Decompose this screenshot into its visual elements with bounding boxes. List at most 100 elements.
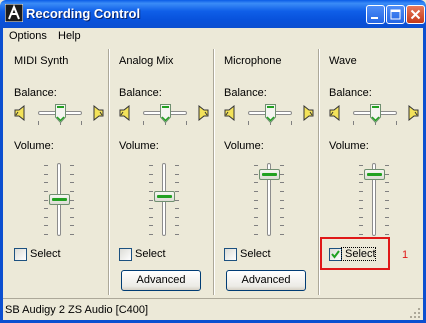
volume-tick bbox=[254, 191, 258, 192]
speaker-left-icon bbox=[329, 104, 341, 122]
close-icon bbox=[410, 9, 421, 20]
volume-tick bbox=[385, 217, 389, 218]
balance-label: Balance: bbox=[329, 87, 372, 99]
volume-tick bbox=[385, 182, 389, 183]
volume-tick bbox=[254, 208, 258, 209]
select-checkbox[interactable] bbox=[224, 248, 237, 261]
volume-tick bbox=[280, 165, 284, 166]
balance-slider-thumb[interactable] bbox=[160, 104, 171, 124]
balance-slider-thumb[interactable] bbox=[370, 104, 381, 124]
volume-tick bbox=[359, 200, 363, 201]
volume-tick bbox=[280, 174, 284, 175]
volume-tick bbox=[149, 225, 153, 226]
balance-tick bbox=[396, 121, 397, 125]
volume-tick bbox=[385, 174, 389, 175]
volume-slider-thumb[interactable] bbox=[154, 191, 175, 202]
volume-tick bbox=[44, 225, 48, 226]
speaker-right-icon bbox=[92, 104, 104, 122]
speaker-left-icon bbox=[224, 104, 236, 122]
status-text: SB Audigy 2 ZS Audio [C400] bbox=[5, 304, 149, 316]
advanced-button[interactable]: Advanced bbox=[121, 270, 201, 291]
minimize-icon bbox=[371, 17, 378, 19]
volume-tick bbox=[175, 217, 179, 218]
column-title: Analog Mix bbox=[119, 55, 174, 67]
balance-slider-thumb[interactable] bbox=[265, 104, 276, 124]
volume-tick bbox=[280, 234, 284, 235]
volume-tick bbox=[385, 208, 389, 209]
volume-tick bbox=[44, 234, 48, 235]
minimize-button[interactable] bbox=[366, 5, 385, 24]
close-button[interactable] bbox=[406, 5, 425, 24]
select-label[interactable]: Select bbox=[135, 248, 166, 260]
balance-tick bbox=[38, 121, 39, 125]
balance-tick bbox=[186, 121, 187, 125]
balance-tick bbox=[291, 121, 292, 125]
column-separator bbox=[318, 49, 319, 295]
select-label[interactable]: Select bbox=[240, 248, 271, 260]
select-checkbox[interactable] bbox=[119, 248, 132, 261]
balance-tick bbox=[81, 121, 82, 125]
select-checkbox[interactable] bbox=[14, 248, 27, 261]
volume-tick bbox=[44, 208, 48, 209]
volume-slider-thumb[interactable] bbox=[49, 194, 70, 205]
volume-tick bbox=[70, 174, 74, 175]
volume-tick bbox=[175, 165, 179, 166]
volume-tick bbox=[254, 225, 258, 226]
volume-label: Volume: bbox=[14, 140, 54, 152]
status-bar: SB Audigy 2 ZS Audio [C400] bbox=[3, 298, 423, 321]
volume-slider-thumb[interactable] bbox=[364, 169, 385, 180]
volume-tick bbox=[149, 191, 153, 192]
volume-tick bbox=[149, 208, 153, 209]
menu-help[interactable]: Help bbox=[54, 28, 85, 45]
volume-tick bbox=[149, 234, 153, 235]
volume-tick bbox=[175, 182, 179, 183]
volume-tick bbox=[44, 191, 48, 192]
speaker-right-icon bbox=[407, 104, 419, 122]
speaker-right-icon bbox=[197, 104, 209, 122]
volume-tick bbox=[359, 165, 363, 166]
volume-tick bbox=[149, 165, 153, 166]
volume-tick bbox=[70, 191, 74, 192]
speaker-left-icon bbox=[14, 104, 26, 122]
volume-tick bbox=[359, 174, 363, 175]
select-label[interactable]: Select bbox=[30, 248, 61, 260]
volume-tick bbox=[149, 174, 153, 175]
resize-grip-icon[interactable] bbox=[409, 307, 421, 319]
volume-tick bbox=[280, 208, 284, 209]
volume-tick bbox=[359, 225, 363, 226]
volume-slider-thumb[interactable] bbox=[259, 169, 280, 180]
volume-tick bbox=[359, 217, 363, 218]
volume-tick bbox=[175, 191, 179, 192]
balance-label: Balance: bbox=[14, 87, 57, 99]
volume-label: Volume: bbox=[119, 140, 159, 152]
balance-label: Balance: bbox=[224, 87, 267, 99]
volume-tick bbox=[70, 217, 74, 218]
volume-tick bbox=[359, 191, 363, 192]
advanced-button[interactable]: Advanced bbox=[226, 270, 306, 291]
column-title: Microphone bbox=[224, 55, 282, 67]
maximize-button[interactable] bbox=[386, 5, 405, 24]
volume-tick bbox=[44, 165, 48, 166]
volume-tick bbox=[254, 217, 258, 218]
maximize-icon bbox=[390, 9, 401, 20]
volume-tick bbox=[175, 225, 179, 226]
menu-options[interactable]: Options bbox=[5, 28, 51, 45]
volume-tick bbox=[385, 200, 389, 201]
volume-tick bbox=[385, 165, 389, 166]
balance-label: Balance: bbox=[119, 87, 162, 99]
balance-slider-thumb[interactable] bbox=[55, 104, 66, 124]
volume-tick bbox=[70, 208, 74, 209]
column-title: Wave bbox=[329, 55, 357, 67]
volume-tick bbox=[280, 225, 284, 226]
volume-tick bbox=[149, 182, 153, 183]
volume-tick bbox=[254, 165, 258, 166]
volume-tick bbox=[175, 208, 179, 209]
volume-tick bbox=[254, 234, 258, 235]
speaker-right-icon bbox=[302, 104, 314, 122]
volume-tick bbox=[280, 182, 284, 183]
volume-tick bbox=[359, 234, 363, 235]
volume-tick bbox=[359, 182, 363, 183]
title-bar[interactable]: Recording Control bbox=[0, 0, 426, 28]
balance-tick bbox=[248, 121, 249, 125]
menu-bar: Options Help bbox=[3, 28, 423, 45]
